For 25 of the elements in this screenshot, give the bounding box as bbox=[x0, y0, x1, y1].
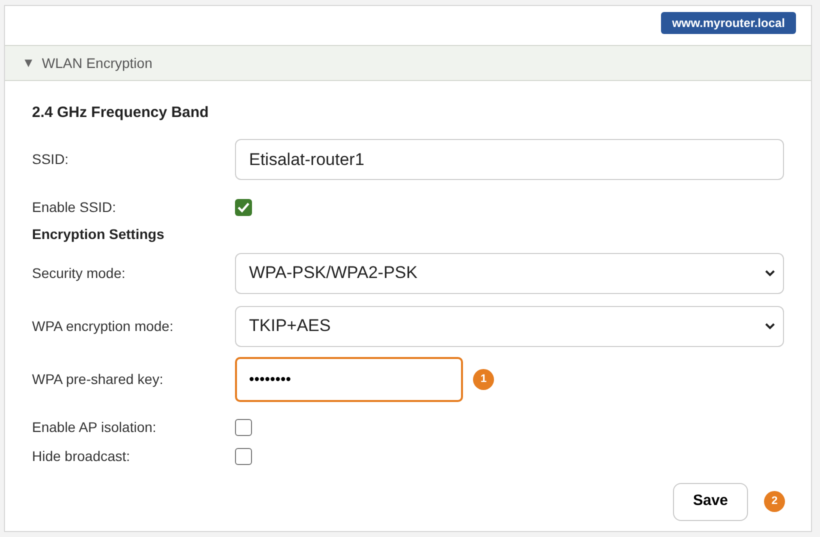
section-subheading: Encryption Settings bbox=[32, 224, 164, 244]
chevron-down-icon bbox=[765, 322, 775, 330]
band-heading: 2.4 GHz Frequency Band bbox=[32, 103, 209, 123]
field-label: Enable AP isolation: bbox=[32, 418, 158, 436]
checkbox[interactable] bbox=[235, 448, 252, 464]
input-field[interactable]: Etisalat-router1 bbox=[235, 139, 784, 180]
dropdown[interactable]: WPA-PSK/WPA2-PSK bbox=[235, 252, 784, 294]
field-label: WPA pre-shared key: bbox=[32, 370, 164, 389]
chevron-down-icon bbox=[765, 270, 775, 276]
section-title: WLAN Encryption bbox=[42, 54, 152, 73]
field-label: Hide broadcast: bbox=[32, 446, 132, 466]
field-label: Enable SSID: bbox=[32, 198, 118, 216]
checkbox[interactable] bbox=[235, 198, 252, 216]
step-marker: 2 bbox=[764, 491, 785, 512]
step-marker: 1 bbox=[473, 369, 494, 390]
checkbox[interactable] bbox=[235, 418, 252, 436]
field-label: SSID: bbox=[32, 150, 70, 169]
dropdown[interactable]: TKIP+AES bbox=[235, 306, 784, 346]
url-badge: www.myrouter.local bbox=[661, 12, 796, 34]
save-button[interactable]: Save bbox=[673, 482, 748, 520]
section-header[interactable]: ▼ WLAN Encryption bbox=[5, 45, 811, 81]
field-label: Security mode: bbox=[32, 264, 126, 283]
field-label: WPA encryption mode: bbox=[32, 316, 174, 336]
input-field[interactable]: •••••••• bbox=[235, 357, 463, 402]
expand-arrow-icon: ▼ bbox=[22, 53, 35, 73]
